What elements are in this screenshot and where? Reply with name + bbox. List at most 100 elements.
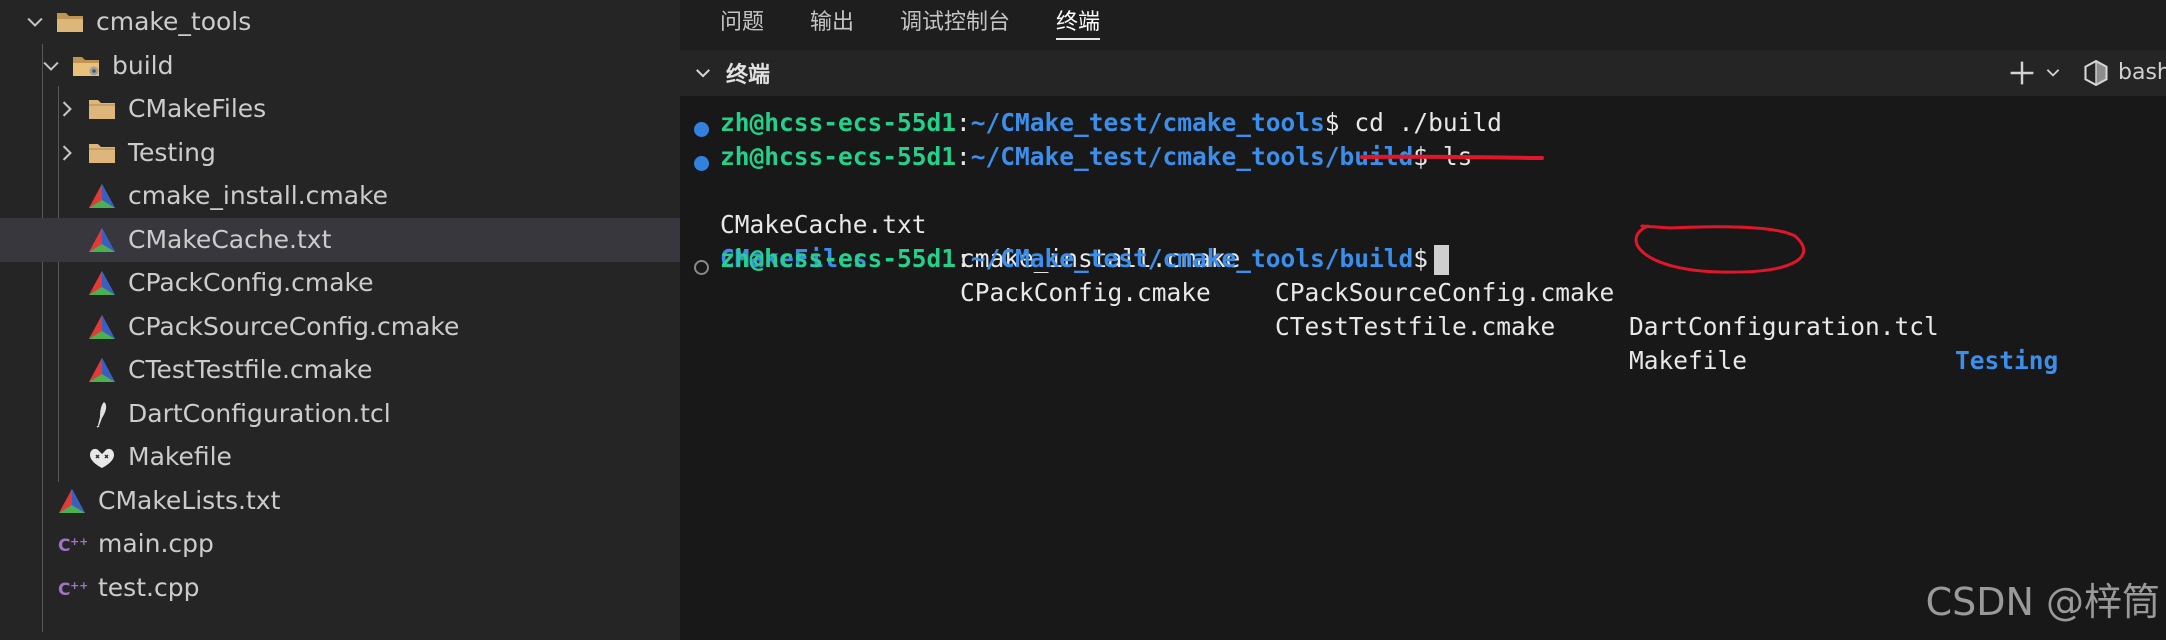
cmake-icon: [86, 312, 118, 342]
chevron-down-icon[interactable]: [38, 53, 64, 79]
makefile-icon: [86, 442, 118, 472]
prompt-user-host: zh@hcss-ecs-55d1: [720, 142, 957, 171]
ls-entry: CPackConfig.cmake: [960, 278, 1211, 307]
tree-item-label: main.cpp: [98, 529, 214, 558]
tree-item-label: cmake_tools: [96, 7, 252, 36]
tree-item-build[interactable]: build: [0, 44, 680, 88]
prompt-dollar: $: [1413, 142, 1429, 171]
terminal-output[interactable]: zh@hcss-ecs-55d1:~/CMake_test/cmake_tool…: [680, 96, 2166, 640]
terminal-line: zh@hcss-ecs-55d1:~/CMake_test/cmake_tool…: [720, 140, 1472, 174]
bottom-panel: 问题 输出 调试控制台 终端 终端 bash zh@hcss-ecs-55d1:…: [680, 0, 2166, 640]
terminal-header: 终端 bash: [680, 50, 2166, 96]
tree-item-cmake-tools[interactable]: cmake_tools: [0, 0, 680, 44]
cmake-icon: [86, 355, 118, 385]
tree-item-cmakefiles[interactable]: CMakeFiles: [0, 87, 680, 131]
tree-item-label: CMakeCache.txt: [128, 224, 332, 254]
tree-item-cpacksourceconfig-cmake[interactable]: CPackSourceConfig.cmake: [0, 305, 680, 349]
command-text: ls: [1428, 142, 1473, 171]
cmake-icon: [86, 181, 118, 211]
terminal-line: zh@hcss-ecs-55d1:~/CMake_test/cmake_tool…: [720, 242, 1450, 276]
build-folder-icon: [70, 51, 102, 81]
tree-item-ctesttestfile-cmake[interactable]: CTestTestfile.cmake: [0, 348, 680, 392]
tree-item-test-cpp[interactable]: C ++ test.cpp: [0, 566, 680, 610]
chevron-down-icon[interactable]: [690, 60, 716, 86]
cmake-icon: [56, 486, 88, 516]
feather-icon: [86, 399, 118, 429]
prompt-path: ~/CMake_test/cmake_tools/build: [970, 244, 1414, 273]
ls-entry-makefile: Makefile: [1629, 346, 1748, 375]
explorer-tree: cmake_toolsbuild CMakeFiles Testing cmake_i…: [0, 0, 680, 640]
folder-open-icon: [54, 7, 86, 37]
tab-debug-console[interactable]: 调试控制台: [900, 0, 1010, 40]
prompt-colon: :: [956, 244, 971, 273]
prompt-colon: :: [956, 142, 971, 171]
tree-item-label: cmake_install.cmake: [128, 181, 389, 210]
folder-icon: [86, 138, 118, 168]
tree-item-label: CMakeLists.txt: [98, 485, 281, 515]
watermark: CSDN @梓筒: [1925, 580, 2160, 624]
svg-text:++: ++: [70, 579, 87, 592]
tree-item-testing[interactable]: Testing: [0, 131, 680, 175]
terminal-shell-label[interactable]: bash: [2118, 56, 2166, 90]
terminal-section-title: 终端: [726, 63, 771, 88]
tree-item-label: CTestTestfile.cmake: [128, 355, 373, 384]
tree-item-label: test.cpp: [98, 572, 200, 602]
tree-item-makefile[interactable]: Makefile: [0, 435, 680, 479]
svg-text:C: C: [58, 536, 70, 556]
prompt-user-host: zh@hcss-ecs-55d1: [720, 108, 957, 137]
terminal-cursor: [1434, 245, 1450, 275]
tree-item-label: CPackConfig.cmake: [128, 268, 374, 297]
terminal-shell-icon: [2080, 57, 2112, 89]
ls-entry: CPackSourceConfig.cmake: [1275, 278, 1615, 307]
ls-output-row: CMakeFiles CPackConfig.cmake CTestTestfi…: [720, 208, 1747, 375]
chevron-down-icon[interactable]: [2041, 60, 2065, 84]
new-terminal-plus-icon[interactable]: [2005, 56, 2039, 90]
folder-icon: [86, 94, 118, 124]
prompt-path: ~/CMake_test/cmake_tools: [970, 108, 1325, 137]
vscode-window: cmake_toolsbuild CMakeFiles Testing cmake_i…: [0, 0, 2166, 640]
command-text: cd ./build: [1339, 108, 1502, 137]
chevron-right-icon[interactable]: [54, 140, 80, 166]
svg-text:++: ++: [70, 535, 87, 548]
command-success-icon[interactable]: [694, 122, 709, 137]
ls-entry-directory: Testing: [1955, 346, 2059, 375]
prompt-user-host: zh@hcss-ecs-55d1: [720, 244, 957, 273]
prompt-colon: :: [956, 108, 971, 137]
chevron-right-icon[interactable]: [54, 96, 80, 122]
tab-problems[interactable]: 问题: [720, 0, 764, 40]
tree-item-label: CMakeFiles: [128, 94, 267, 123]
tree-item-cpackconfig-cmake[interactable]: CPackConfig.cmake: [0, 261, 680, 305]
tree-item-label: Testing: [128, 137, 216, 167]
cmake-icon: [86, 225, 118, 255]
cpp-icon: C ++: [56, 573, 88, 603]
tree-item-main-cpp[interactable]: C ++ main.cpp: [0, 522, 680, 566]
tree-item-cmakecache-txt[interactable]: CMakeCache.txt: [0, 217, 680, 262]
tree-item-cmakelists-txt[interactable]: CMakeLists.txt: [0, 479, 680, 523]
tree-item-dartconfiguration-tcl[interactable]: DartConfiguration.tcl: [0, 392, 680, 436]
tree-item-label: Makefile: [128, 442, 232, 471]
tab-terminal[interactable]: 终端: [1056, 0, 1101, 40]
command-pending-icon[interactable]: [694, 260, 709, 275]
chevron-down-icon[interactable]: [22, 9, 48, 35]
tree-item-label: build: [112, 50, 174, 80]
tree-item-cmake-install-cmake[interactable]: cmake_install.cmake: [0, 174, 680, 218]
cmake-icon: [86, 268, 118, 298]
terminal-line: zh@hcss-ecs-55d1:~/CMake_test/cmake_tool…: [720, 106, 1502, 140]
command-success-icon[interactable]: [694, 156, 709, 171]
ls-output-row: CMakeCache.txt cmake_install.cmake CPack…: [720, 174, 2058, 375]
tab-output[interactable]: 输出: [810, 0, 854, 40]
tree-item-label: DartConfiguration.tcl: [128, 398, 391, 428]
svg-text:C: C: [58, 580, 70, 600]
prompt-dollar: $: [1324, 108, 1340, 137]
prompt-dollar: $: [1413, 244, 1429, 273]
